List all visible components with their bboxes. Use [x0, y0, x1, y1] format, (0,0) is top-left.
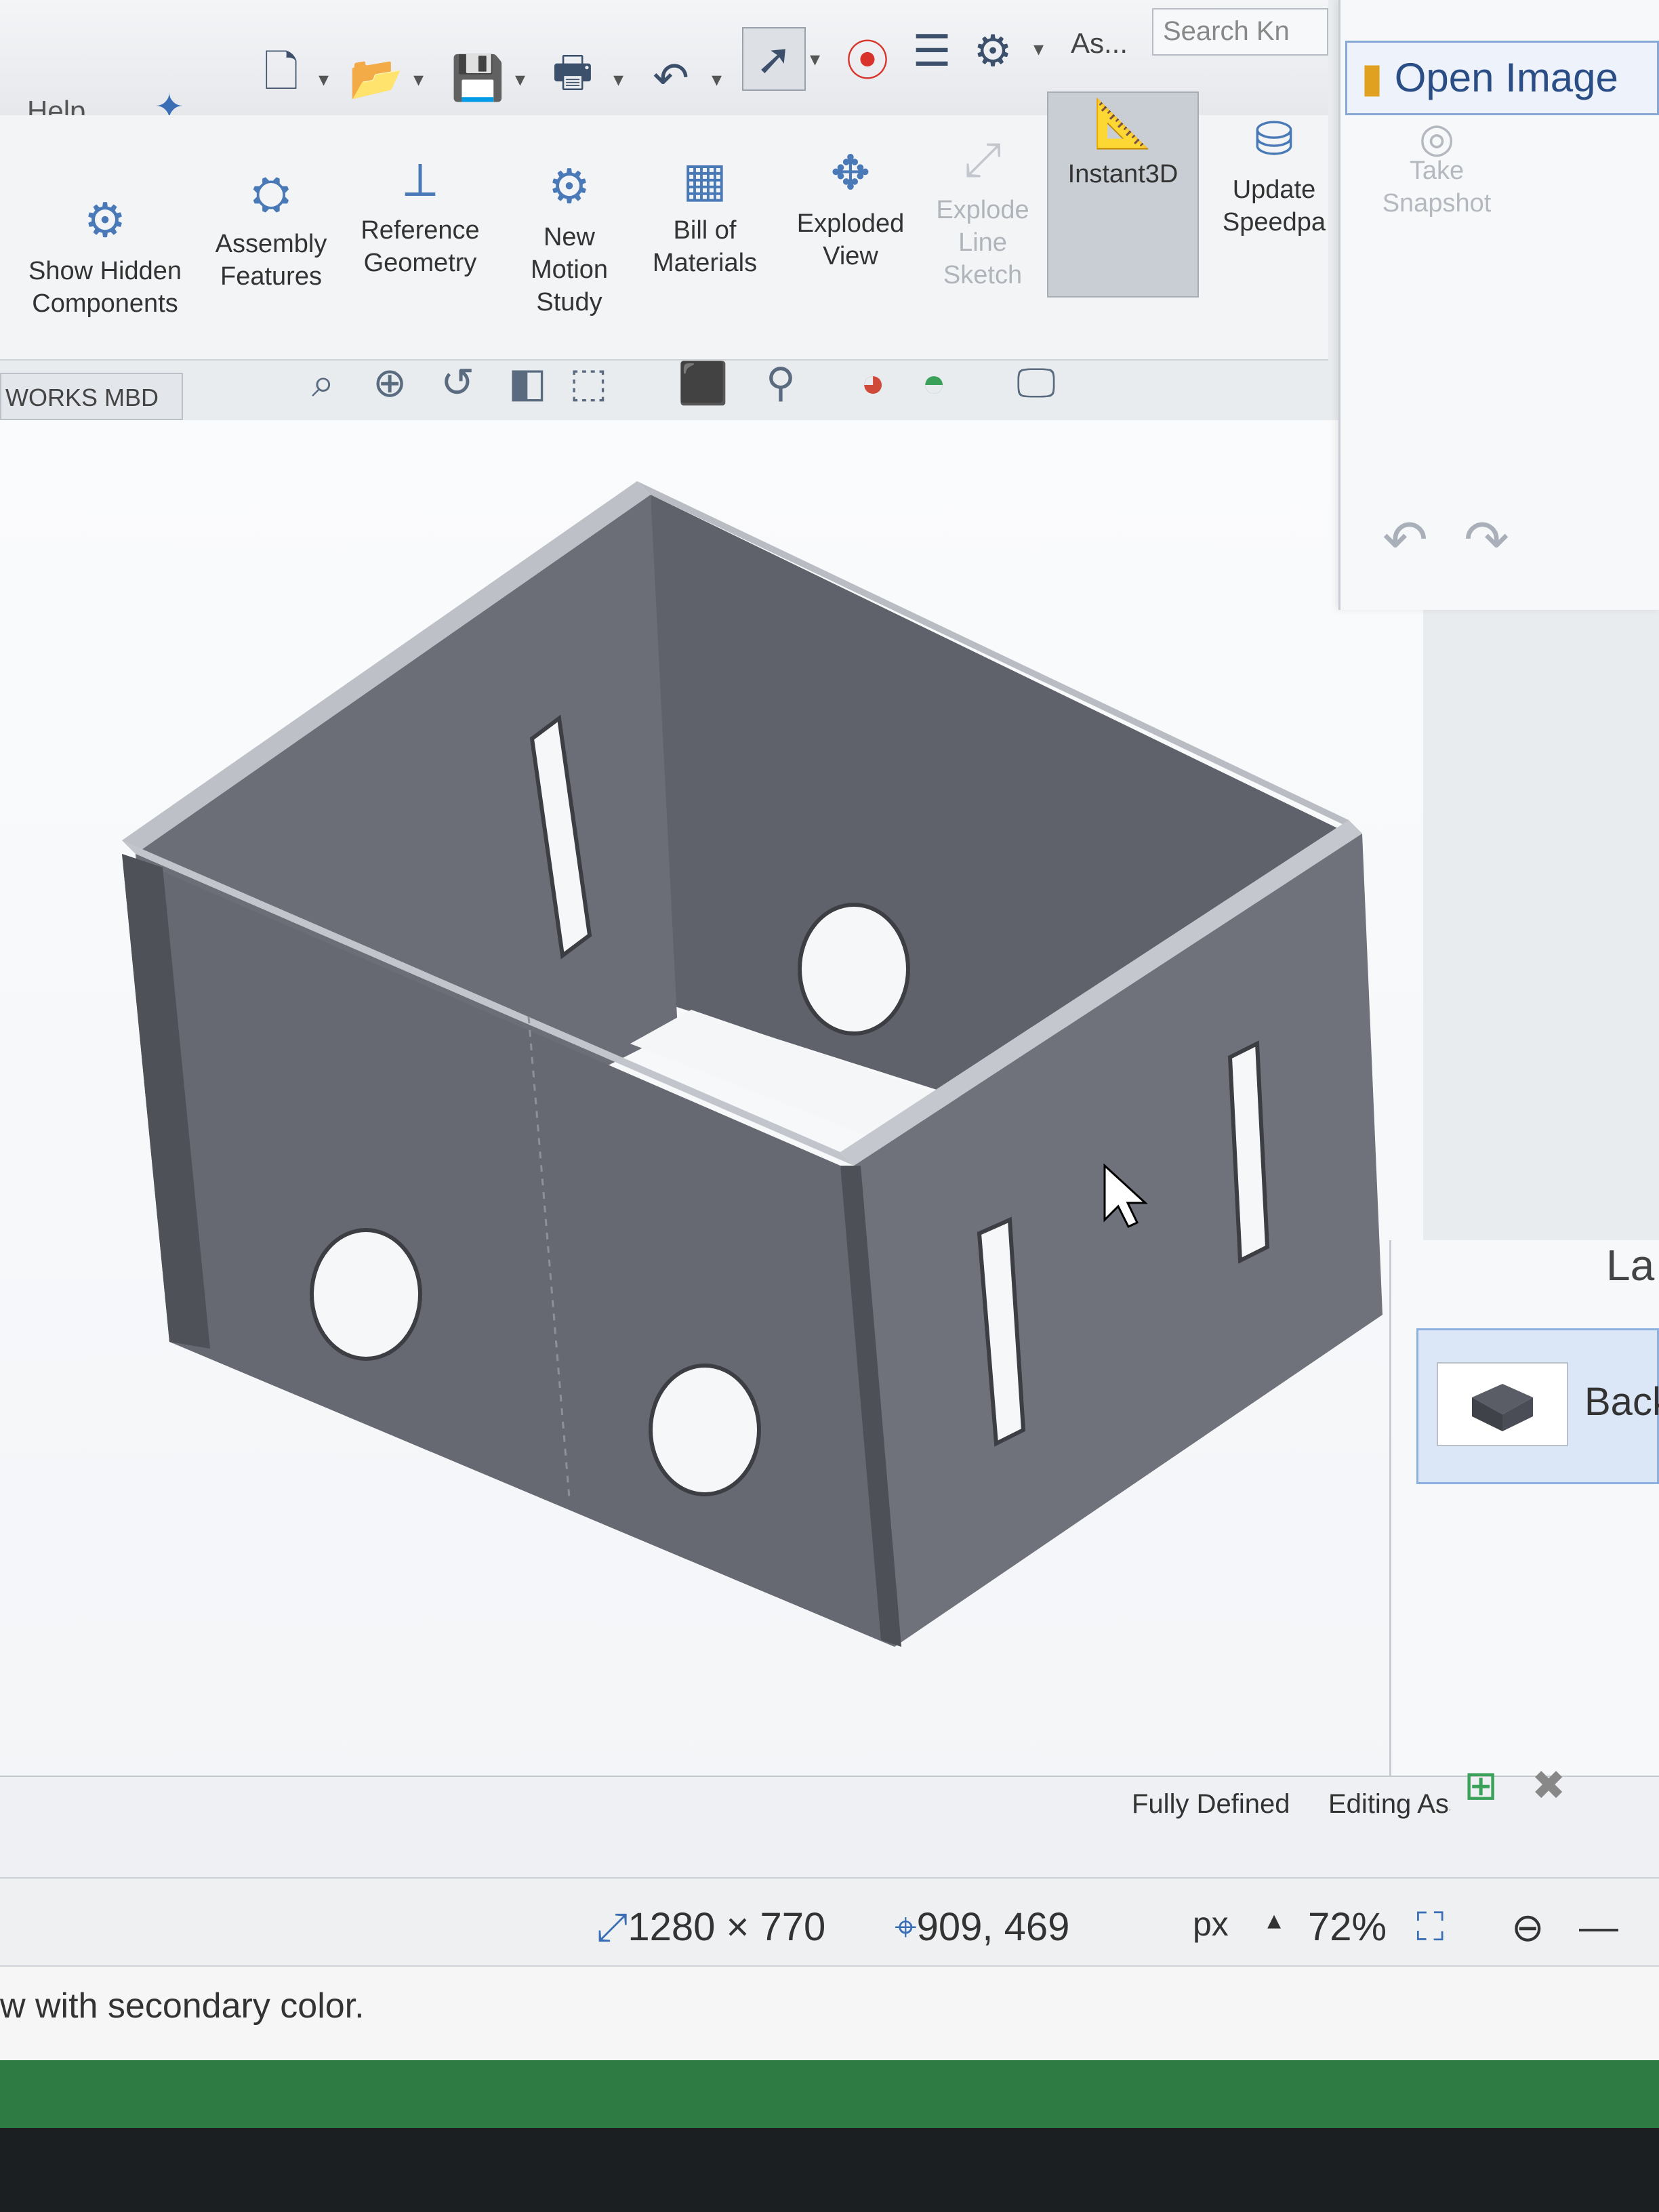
- reference-geometry-button[interactable]: ⟂ Reference Geometry: [346, 149, 495, 279]
- instant3d-button[interactable]: 📐 Instant3D: [1047, 91, 1199, 298]
- layer-thumbnail-box-icon: [1472, 1384, 1533, 1431]
- layer-item-label: Back: [1584, 1380, 1659, 1424]
- edit-appearance-icon[interactable]: ◕: [861, 359, 885, 406]
- status-hint-text: w with secondary color.: [0, 1986, 365, 2026]
- apply-scene-icon[interactable]: ◓: [922, 359, 946, 406]
- paint-status-bar: [0, 1877, 1659, 1967]
- new-dropdown-caret[interactable]: ▾: [319, 68, 329, 91]
- assembly-features-button[interactable]: ⛭ Assembly Features: [203, 163, 339, 293]
- bill-of-materials-button[interactable]: ▦ Bill of Materials: [637, 149, 773, 279]
- print-icon[interactable]: 🖶: [542, 47, 603, 108]
- camera-icon: ◎: [1418, 115, 1455, 161]
- bill-of-materials-icon: ▦: [682, 153, 728, 206]
- instant3d-icon: 📐: [1093, 97, 1153, 150]
- update-speedpak-button[interactable]: ⛁ Update Speedpa: [1206, 108, 1342, 239]
- status-fully-defined: Fully Defined: [1132, 1789, 1290, 1819]
- delete-layer-icon[interactable]: ✖: [1532, 1762, 1565, 1809]
- tab-solidworks-mbd[interactable]: WORKS MBD: [0, 373, 183, 420]
- rebuild-traffic-light-icon[interactable]: ⦿: [837, 27, 898, 88]
- exploded-view-button[interactable]: ✥ Exploded View: [783, 142, 918, 272]
- box-assembly-model[interactable]: [0, 420, 1423, 1843]
- new-document-icon[interactable]: 🗋: [251, 47, 312, 108]
- open-image-button[interactable]: ▮ Open Image: [1345, 41, 1659, 115]
- cursor-position-icon: ⌖: [895, 1905, 917, 1949]
- search-knowledge-base-input[interactable]: Search Kn: [1152, 8, 1328, 56]
- layers-panel-title: La: [1606, 1241, 1655, 1290]
- print-dropdown-caret[interactable]: ▾: [613, 68, 623, 91]
- select-cursor-icon[interactable]: ➚: [742, 27, 806, 91]
- select-dropdown-caret[interactable]: ▾: [810, 47, 820, 71]
- new-motion-study-button[interactable]: ⚙ New Motion Study: [501, 156, 637, 319]
- zoom-level[interactable]: 72%: [1308, 1904, 1387, 1950]
- dimensions-icon: ⤢: [596, 1905, 628, 1949]
- previous-view-icon[interactable]: ↺: [441, 359, 474, 407]
- undo-dropdown-caret[interactable]: ▾: [712, 68, 722, 91]
- ask-label: As...: [1071, 27, 1128, 59]
- panel-undo-arrow-icon[interactable]: ↶: [1382, 508, 1428, 571]
- unit-caret-icon[interactable]: ▴: [1267, 1904, 1281, 1936]
- update-speedpak-icon: ⛁: [1254, 112, 1294, 165]
- zoom-slider[interactable]: —: [1579, 1904, 1618, 1950]
- layer-thumbnail: [1437, 1362, 1568, 1446]
- explode-line-sketch-icon: ⤢: [964, 133, 1002, 186]
- zoom-to-fit-icon[interactable]: ⌕: [312, 359, 335, 407]
- options-gear-icon[interactable]: ⚙: [962, 20, 1023, 81]
- section-view-icon[interactable]: ◧: [508, 359, 547, 407]
- hide-show-items-icon[interactable]: ⚲: [766, 359, 796, 407]
- front-wall-hole-right: [649, 1364, 761, 1496]
- add-layer-icon[interactable]: ⊞: [1464, 1762, 1498, 1809]
- save-icon[interactable]: 💾: [447, 47, 508, 108]
- display-style-icon[interactable]: ⬛: [678, 359, 729, 407]
- zoom-out-icon[interactable]: ⊖: [1511, 1904, 1544, 1950]
- take-snapshot-button[interactable]: ◎ Take Snapshot: [1376, 115, 1498, 220]
- file-properties-icon[interactable]: ☰: [901, 20, 962, 81]
- fit-to-window-icon[interactable]: ⛶: [1416, 1904, 1444, 1950]
- taskbar-strip: [0, 2060, 1659, 2128]
- view-orientation-icon[interactable]: ⬚: [569, 359, 608, 407]
- open-dropdown-caret[interactable]: ▾: [413, 68, 424, 91]
- show-hidden-components-button[interactable]: ⚙ Show Hidden Components: [14, 190, 197, 320]
- view-settings-icon[interactable]: 🖵: [1017, 359, 1056, 407]
- options-dropdown-caret[interactable]: ▾: [1033, 37, 1044, 61]
- show-hidden-components-icon: ⚙: [83, 194, 127, 247]
- status-editing-assembly: Editing Assembly: [1328, 1789, 1450, 1819]
- assembly-features-icon: ⛭: [252, 167, 290, 220]
- open-image-folder-icon: ▮: [1361, 55, 1384, 100]
- unit-label[interactable]: px: [1193, 1904, 1229, 1944]
- motion-study-icon: ⚙: [548, 160, 591, 213]
- cursor-position: ⌖909, 469: [895, 1905, 1070, 1949]
- front-wall-hole-left: [310, 1228, 422, 1361]
- explode-line-sketch-button[interactable]: ⤢ Explode Line Sketch: [925, 129, 1040, 291]
- reference-geometry-icon: ⟂: [404, 153, 436, 206]
- save-dropdown-caret[interactable]: ▾: [515, 68, 525, 91]
- monitor-bezel: [0, 2128, 1659, 2212]
- image-dimensions: ⤢1280 × 770: [596, 1905, 826, 1949]
- zoom-to-area-icon[interactable]: ⊕: [373, 359, 407, 407]
- back-wall-hole: [798, 903, 910, 1036]
- undo-icon[interactable]: ↶: [640, 47, 701, 108]
- exploded-view-icon: ✥: [830, 146, 871, 199]
- open-folder-icon[interactable]: 📂: [346, 47, 407, 108]
- panel-redo-arrow-icon[interactable]: ↷: [1464, 508, 1509, 571]
